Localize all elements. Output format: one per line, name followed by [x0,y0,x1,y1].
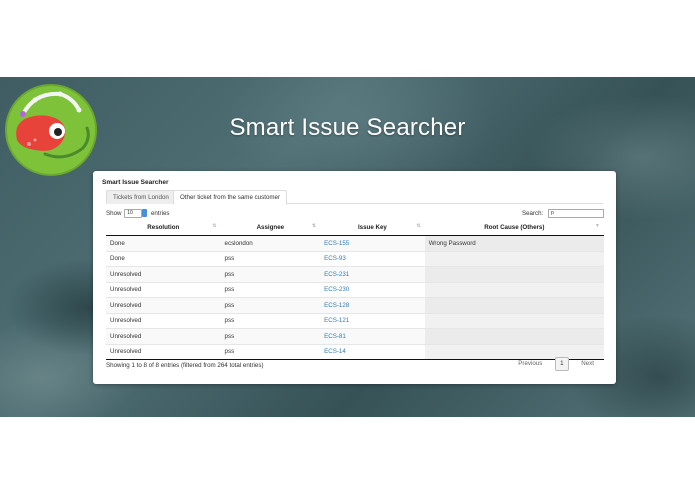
cell-root-cause [424,297,604,313]
cell-assignee: pss [220,297,321,313]
sort-icon: ⇅ [311,223,317,229]
cell-resolution: Unresolved [106,343,221,360]
issues-table: Resolution ⇅ Assignee ⇅ Issue Key ⇅ Root Ca… [106,220,604,360]
cell-assignee: pss [220,281,321,298]
table-row: Unresolved pss ECS-81 [106,328,604,344]
cell-resolution: Unresolved [106,312,221,329]
cell-assignee: pss [220,343,321,360]
table-row: Done ecslondon ECS-155 Wrong Password [106,235,604,251]
page-headline: Smart Issue Searcher [229,114,466,141]
previous-button[interactable]: Previous [513,357,547,371]
entries-select[interactable]: 10 [124,209,148,218]
cell-resolution: Done [106,235,221,251]
cell-resolution: Unresolved [106,297,221,313]
cell-assignee: pss [220,312,321,329]
show-label: Show [106,210,122,218]
search-label: Search: [521,210,544,218]
cell-root-cause [424,281,604,298]
cell-assignee: pss [220,250,321,267]
tab-bar: Tickets from London Other ticket from th… [106,189,603,205]
select-arrow-icon [142,209,148,217]
cell-root-cause [424,312,604,329]
pagination: Previous 1 Next [513,357,599,371]
entries-label: entries [150,210,170,218]
sort-icon: ⇅ [212,223,217,229]
table-row: Unresolved pss ECS-231 [106,266,604,282]
cell-resolution: Unresolved [106,281,221,298]
table-row: Unresolved pss ECS-230 [106,281,604,298]
cell-root-cause [424,328,604,344]
cell-root-cause [424,266,604,282]
entries-select-value: 10 [127,210,133,216]
table-row: Unresolved pss ECS-121 [106,312,604,329]
cell-root-cause: Wrong Password [424,235,604,251]
issue-key-link[interactable]: ECS-121 [320,312,425,329]
column-header-root-cause[interactable]: Root Cause (Others) ▼ [424,220,604,236]
cell-resolution: Unresolved [106,266,221,282]
issue-key-link[interactable]: ECS-81 [320,328,425,344]
panel-title: Smart Issue Searcher [102,179,169,186]
issue-key-link[interactable]: ECS-14 [320,343,425,360]
tab-tickets-from-london[interactable]: Tickets from London [106,190,176,204]
cell-assignee: ecslondon [220,235,321,251]
table-row: Done pss ECS-93 [106,250,604,267]
search-panel: Smart Issue Searcher Tickets from London… [93,171,616,384]
table-info: Showing 1 to 8 of 8 entries (filtered fr… [106,362,264,369]
tab-other-tickets-same-customer[interactable]: Other ticket from the same customer [173,190,288,205]
cell-assignee: pss [220,328,321,344]
cell-resolution: Done [106,250,221,267]
next-button[interactable]: Next [576,357,599,371]
search-control: Search: p [522,209,604,218]
slide-background: Smart Issue Searcher Smart Issue Searche… [0,77,695,417]
page-1-button[interactable]: 1 [555,357,569,371]
table-row: Unresolved pss ECS-128 [106,297,604,313]
column-header-assignee[interactable]: Assignee ⇅ [220,220,321,236]
column-header-resolution[interactable]: Resolution ⇅ [106,220,221,236]
cell-assignee: pss [220,266,321,282]
sort-icon: ⇅ [416,223,421,229]
search-input[interactable]: p [548,209,604,218]
column-header-issue-key[interactable]: Issue Key ⇅ [320,220,425,236]
issue-key-link[interactable]: ECS-155 [320,235,425,251]
issue-key-link[interactable]: ECS-230 [320,281,425,298]
cell-resolution: Unresolved [106,328,221,344]
sort-desc-icon: ▼ [595,223,600,229]
issue-key-link[interactable]: ECS-231 [320,266,425,282]
entries-length-control: Show 10 entries [106,209,170,218]
cell-root-cause [424,250,604,267]
issue-key-link[interactable]: ECS-128 [320,297,425,313]
issue-key-link[interactable]: ECS-93 [320,250,425,267]
